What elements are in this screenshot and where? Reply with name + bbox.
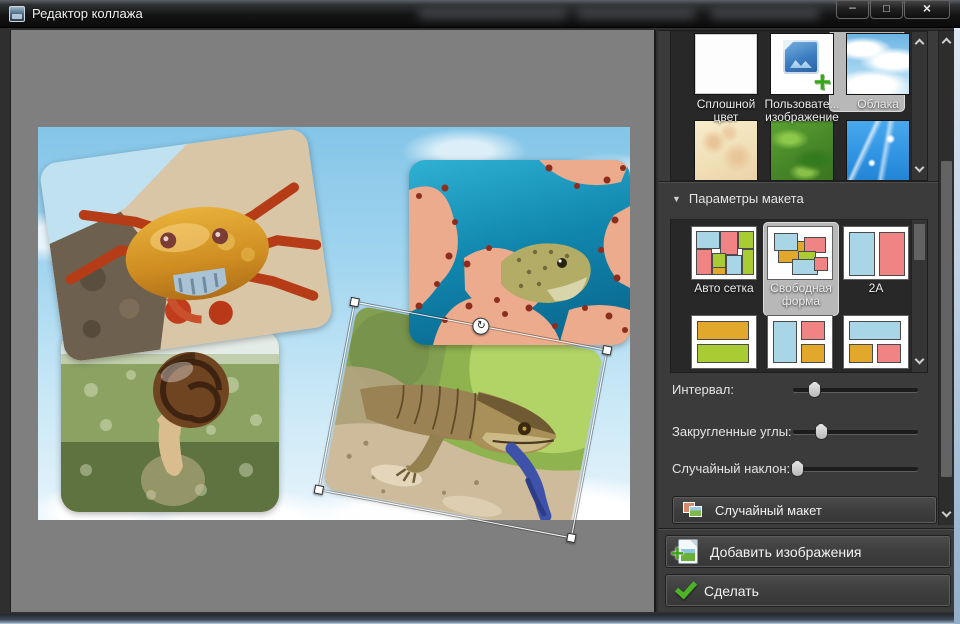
add-images-label: Добавить изображения: [710, 543, 862, 560]
random-tilt-label: Случайный наклон:: [672, 461, 791, 476]
rounded-corners-slider[interactable]: [793, 423, 918, 440]
resize-handle-bottom-right[interactable]: [566, 532, 577, 544]
layout-thumb-2a[interactable]: [843, 226, 909, 280]
checkmark-icon: [674, 576, 698, 599]
minimize-button[interactable]: –: [836, 0, 869, 19]
scrollbar-thumb[interactable]: [914, 224, 925, 260]
interval-slider-thumb[interactable]: [808, 381, 822, 398]
background-thumb-water[interactable]: [846, 120, 910, 180]
resize-handle-bottom-left[interactable]: [313, 484, 325, 495]
interval-slider[interactable]: [793, 381, 918, 398]
layout-label: 2A: [868, 281, 884, 295]
add-images-button[interactable]: + Добавить изображения: [665, 535, 951, 568]
resize-handle-top-right[interactable]: [601, 345, 613, 356]
interval-label: Интервал:: [672, 382, 734, 397]
make-button[interactable]: Сделать: [665, 574, 951, 607]
background-label: Пользовате... изображение: [764, 97, 840, 124]
app-icon: [9, 6, 25, 22]
scroll-down-icon[interactable]: [941, 507, 952, 518]
titlebar[interactable]: Редактор коллажа – □ ×: [0, 0, 960, 28]
rounded-corners-slider-thumb[interactable]: [814, 423, 828, 440]
window-edge: [0, 614, 954, 624]
random-layout-button[interactable]: Случайный макет: [672, 496, 937, 524]
add-images-icon: +: [671, 538, 698, 565]
make-label: Сделать: [704, 582, 759, 599]
layout-thumb-top-wide[interactable]: [843, 315, 909, 369]
collage-editor-window: Редактор коллажа – □ × ↻ + Сплошной цвет…: [0, 0, 960, 624]
photo-crab[interactable]: [38, 127, 334, 363]
layout-section-title: Параметры макета: [688, 191, 804, 206]
divider: [658, 528, 954, 530]
collapse-arrow-icon: ▼: [672, 194, 681, 204]
panel-scrollbar-thumb[interactable]: [941, 161, 952, 477]
custom-image-plus-icon: +: [813, 66, 831, 99]
panel-scrollbar[interactable]: [938, 31, 954, 525]
layout-thumb-left-tall[interactable]: [767, 315, 833, 369]
scroll-up-icon[interactable]: [914, 38, 925, 49]
layout-section-header[interactable]: ▼ Параметры макета: [672, 191, 804, 209]
random-tilt-slider[interactable]: [790, 460, 918, 477]
crab-image: [38, 127, 334, 363]
background-thumb-floral[interactable]: [694, 120, 758, 180]
layout-thumb-free-form[interactable]: [767, 226, 833, 280]
background-thumb-leaves[interactable]: [770, 120, 834, 180]
layouts-list[interactable]: Авто сетка Свободная форма 2A: [670, 219, 928, 373]
background-label: Сплошной цвет: [696, 97, 756, 124]
rounded-corners-label: Закругленные углы:: [672, 424, 792, 439]
layout-thumb-auto-grid[interactable]: [691, 226, 757, 280]
scroll-down-icon[interactable]: [914, 162, 925, 173]
divider: [658, 181, 954, 183]
backgrounds-list[interactable]: + Сплошной цвет Пользовате... изображени…: [670, 31, 928, 181]
window-title: Редактор коллажа: [32, 6, 143, 21]
titlebar-blurred-text: [418, 6, 833, 22]
canvas-workarea[interactable]: ↻: [10, 30, 656, 612]
layout-thumb-two-rows[interactable]: [691, 315, 757, 369]
resize-handle-top-left[interactable]: [349, 296, 360, 308]
background-label: Облака: [857, 97, 899, 111]
background-thumb-custom-image[interactable]: +: [770, 33, 834, 99]
layouts-scrollbar[interactable]: [911, 220, 927, 372]
layout-label: Свободная форма: [770, 281, 832, 308]
random-layout-icon: [683, 502, 703, 518]
random-tilt-slider-thumb[interactable]: [790, 460, 804, 477]
scroll-up-icon[interactable]: [941, 37, 952, 48]
right-panel: + Сплошной цвет Пользовате... изображени…: [658, 30, 954, 612]
background-thumb-solid-color[interactable]: [694, 33, 758, 95]
maximize-button[interactable]: □: [870, 0, 903, 19]
window-edge: [954, 28, 960, 624]
close-button[interactable]: ×: [904, 0, 950, 19]
photo-moray-eel[interactable]: [409, 160, 630, 345]
moray-eel-image: [409, 160, 630, 345]
scroll-down-icon[interactable]: [914, 354, 925, 365]
background-thumb-clouds[interactable]: [846, 33, 910, 95]
layout-label: Авто сетка: [694, 281, 754, 295]
random-layout-label: Случайный макет: [715, 502, 822, 518]
